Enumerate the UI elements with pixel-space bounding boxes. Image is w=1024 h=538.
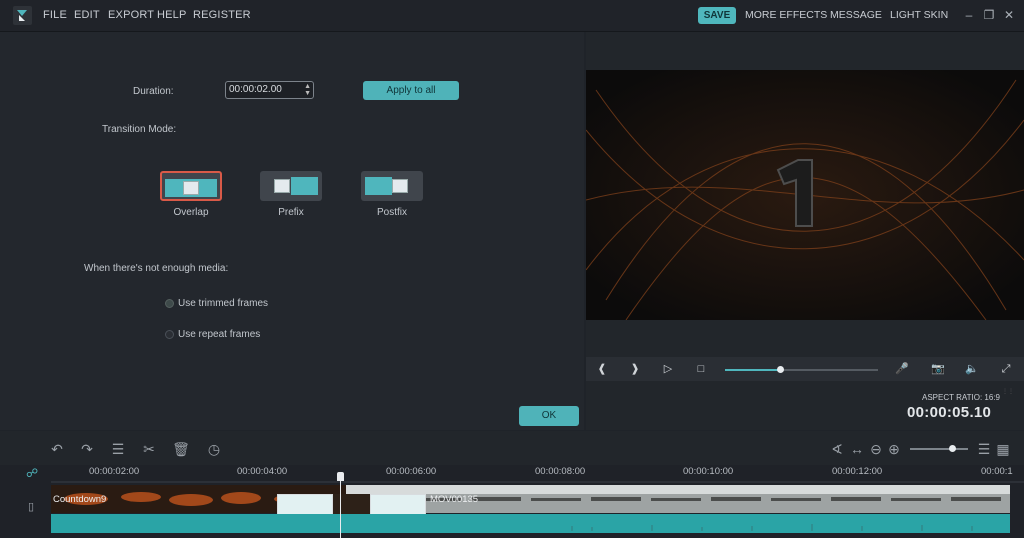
menu-register[interactable]: REGISTER [193,9,251,21]
audio-track[interactable] [51,514,1010,533]
redo-icon[interactable]: ↷ [78,440,96,458]
mode-overlap-button[interactable] [160,171,222,201]
video-track[interactable] [51,485,1010,513]
light-skin-link[interactable]: LIGHT SKIN [890,9,948,21]
playhead[interactable] [340,473,341,538]
delete-icon[interactable]: 🗑 [172,440,190,458]
menu-edit[interactable]: EDIT [74,9,100,21]
save-button[interactable]: SAVE [698,7,736,24]
spinner-arrows-icon[interactable]: ▲ ▼ [304,83,311,97]
zoom-in-icon[interactable]: ⊕ [885,440,903,458]
duration-input[interactable]: 00:00:02.00 ▲ ▼ [225,81,314,99]
clip-label: MOV00135 [430,494,479,505]
scrubber-handle[interactable] [777,366,784,373]
ruler-tick: 00:00:08:00 [535,466,586,477]
use-repeat-frames-radio[interactable] [165,330,174,339]
undo-icon[interactable]: ↶ [48,440,66,458]
menu-file[interactable]: FILE [43,9,67,21]
clock-icon[interactable]: ◷ [205,440,223,458]
duration-value: 00:00:02.00 [229,84,282,95]
ruler-tick: 00:00:12:00 [832,466,883,477]
menu-export[interactable]: EXPORT [108,9,154,21]
ruler-tick: 00:00:04:00 [237,466,288,477]
use-repeat-frames-label[interactable]: Use repeat frames [178,329,260,340]
restore-icon[interactable]: ❐ [982,8,996,22]
stop-icon[interactable]: □ [693,361,709,377]
current-timecode: 00:00:05.10 [907,404,992,421]
resize-grip-icon[interactable]: ⋮⋮ [1002,389,1014,420]
ok-button[interactable]: OK [519,406,579,426]
snapshot-camera-icon[interactable]: 📷 [930,361,946,377]
zoom-slider-handle[interactable] [949,445,956,452]
aspect-ratio-label: ASPECT RATIO: 16:9 [922,393,1000,402]
fit-timeline-icon[interactable]: ↔ [848,440,866,458]
message-link[interactable]: MESSAGE [830,9,882,21]
adjust-icon[interactable]: ☰ [109,440,127,458]
zoom-slider[interactable] [910,448,968,450]
playback-progress [725,369,780,371]
ruler-tick: 00:00:02:00 [89,466,140,477]
not-enough-media-label: When there's not enough media: [84,263,229,274]
microphone-icon[interactable]: 🎤 [894,361,910,377]
ruler-tick: 00:00:06:00 [386,466,437,477]
video-track-icon: ▯ [28,501,35,513]
link-icon[interactable]: ☍ [26,466,38,480]
mode-prefix-button[interactable] [260,171,322,201]
transition-postfix-icon [392,179,408,193]
mode-postfix-label: Postfix [376,207,407,218]
volume-icon[interactable]: 🔈 [964,361,980,377]
transition-mode-label: Transition Mode: [102,124,177,135]
minimize-icon[interactable]: – [962,8,976,22]
mode-prefix-label: Prefix [278,207,304,218]
close-icon[interactable]: ✕ [1002,8,1016,22]
list-view-icon[interactable]: ☰ [975,440,993,458]
ruler-tick: 00:00:1 [981,466,1013,477]
app-logo-icon [13,6,32,25]
more-effects-link[interactable]: MORE EFFECTS [745,9,827,21]
duration-label: Duration: [133,86,174,97]
use-trimmed-frames-label[interactable]: Use trimmed frames [178,298,268,309]
audio-mixer-icon[interactable]: ∢ [828,440,846,458]
transition-prefix-icon [274,179,290,193]
menu-help[interactable]: HELP [157,9,187,21]
play-icon[interactable]: ▷ [660,361,676,377]
mode-postfix-button[interactable] [361,171,423,201]
mode-overlap-label: Overlap [173,207,209,218]
video-preview [586,70,1024,320]
transition-overlap-icon [183,181,199,195]
apply-to-all-button[interactable]: Apply to all [363,81,459,100]
use-trimmed-frames-radio[interactable] [165,299,174,308]
skip-back-icon[interactable]: ❰ [594,361,610,377]
grid-view-icon[interactable]: ▦ [994,440,1012,458]
step-forward-icon[interactable]: ❱ [627,361,643,377]
fullscreen-icon[interactable]: ⤢ [998,361,1014,377]
ruler-tick: 00:00:10:00 [683,466,734,477]
cut-icon[interactable]: ✂ [140,440,158,458]
zoom-out-icon[interactable]: ⊖ [867,440,885,458]
clip-label: Countdown9 [53,494,107,505]
